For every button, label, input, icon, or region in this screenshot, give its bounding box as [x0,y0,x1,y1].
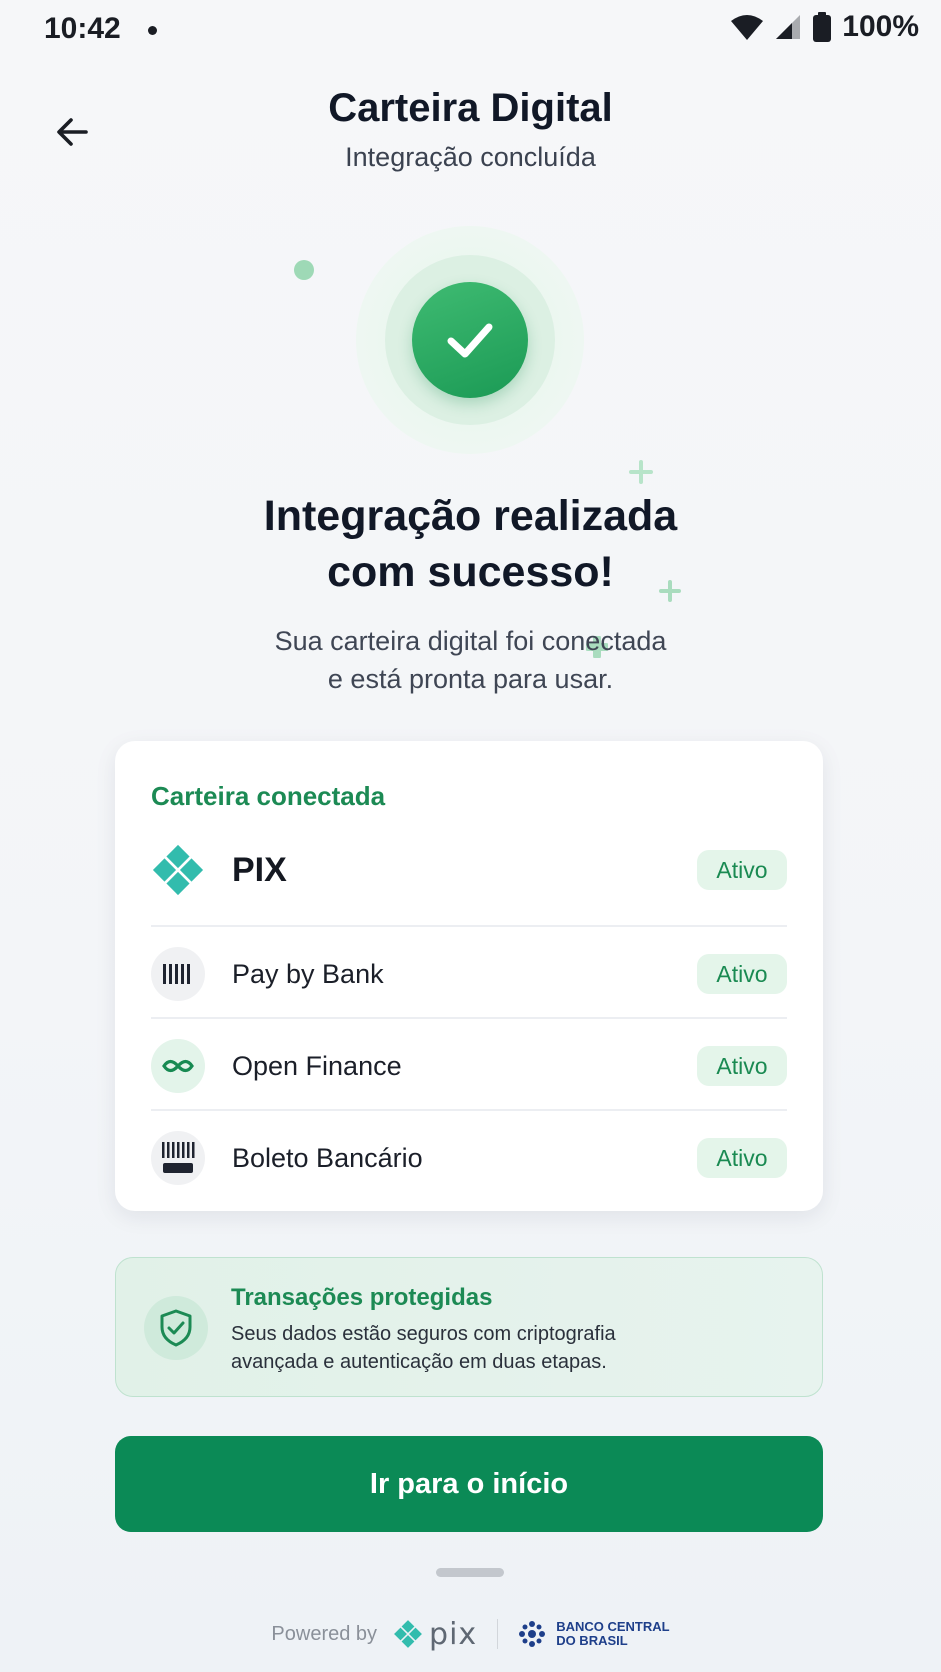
success-illustration [0,210,941,658]
cell-signal-icon [776,15,801,39]
barcode-icon [151,947,205,1001]
list-item-label: PIX [232,850,287,889]
home-indicator[interactable] [436,1568,504,1577]
bcb-line2: DO BRASIL [556,1633,628,1648]
card-heading: Carteira conectada [151,781,386,811]
sparkle-blob-icon [294,260,314,280]
status-time: 10:42 [44,12,121,45]
status-badge: Ativo [697,850,787,890]
footer-divider [497,1619,499,1649]
pix-logo-text: pix [429,1616,478,1652]
powered-by-text: Powered by [271,1622,378,1645]
status-icons: 100% [730,10,919,44]
page-title: Carteira Digital [328,86,613,130]
success-title: Integração realizada com sucesso! [0,488,941,600]
checkmark-icon [447,323,493,358]
divider [151,1109,787,1111]
security-notice: Transações protegidas Seus dados estão s… [115,1257,823,1397]
status-badge: Ativo [697,1046,787,1086]
go-home-button[interactable]: Ir para o início [115,1436,823,1532]
list-item-boleto[interactable]: Boleto Bancário Ativo [151,1131,787,1185]
list-item-label: Boleto Bancário [232,1142,423,1173]
wifi-icon [731,15,764,40]
connected-wallet-card: Carteira conectada PIX Ativo Pay by Bank [115,741,823,1211]
shield-check-icon [144,1296,208,1360]
success-description: Sua carteira digital foi conectada e est… [0,622,941,698]
list-item-open-finance[interactable]: Open Finance Ativo [151,1039,787,1093]
divider [151,1017,787,1019]
banco-central-logo-icon [519,1621,546,1647]
page-subtitle: Integração concluída [345,142,596,172]
list-item-pay-by-bank[interactable]: Pay by Bank Ativo [151,947,787,1001]
success-title-line1: Integração realizada [263,492,678,540]
security-description: Seus dados estão seguros com criptografi… [231,1320,791,1376]
footer: Powered by pix BANCO CENTRAL DO BRASIL [0,1612,941,1656]
success-desc-line2: e está pronta para usar. [327,664,614,694]
battery-percentage: 100% [842,10,919,43]
success-title-line2: com sucesso! [327,548,614,596]
security-line1: Seus dados estão seguros com criptografi… [231,1323,616,1345]
boleto-icon [151,1131,205,1185]
banco-central-text: BANCO CENTRAL DO BRASIL [556,1620,669,1648]
divider [151,925,787,927]
list-item-label: Pay by Bank [232,958,384,989]
pix-icon [151,843,205,897]
success-desc-line1: Sua carteira digital foi conectada [274,626,667,656]
security-title: Transações protegidas [231,1284,493,1311]
open-finance-icon [151,1039,205,1093]
status-bar: 10:42 100% [0,0,941,60]
pix-logo-icon [394,1620,422,1648]
list-item-label: Open Finance [232,1050,402,1081]
status-badge: Ativo [697,1138,787,1178]
sparkle-plus-icon [629,460,653,484]
bcb-line1: BANCO CENTRAL [556,1619,670,1634]
battery-icon [813,12,832,42]
notification-dot-icon [148,26,157,35]
success-check-badge [412,282,528,398]
security-line2: avançada e autenticação em duas etapas. [231,1351,607,1373]
status-badge: Ativo [697,954,787,994]
list-item-pix[interactable]: PIX Ativo [151,843,787,897]
